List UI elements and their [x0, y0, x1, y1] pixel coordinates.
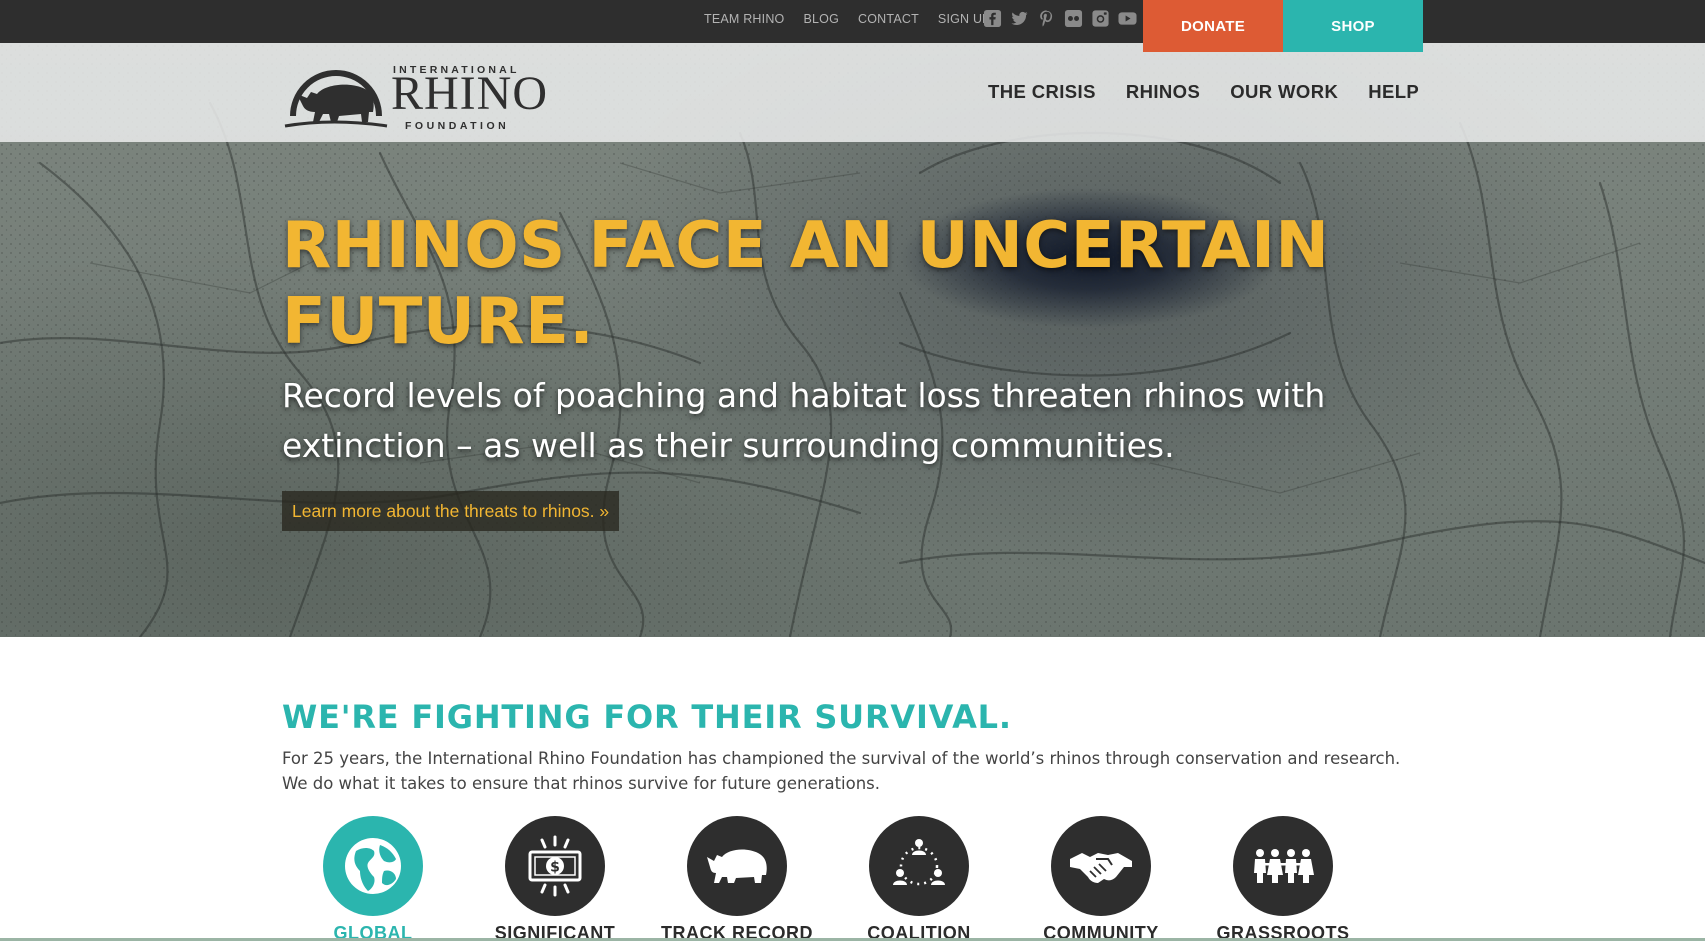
mission-text-line-1: For 25 years, the International Rhino Fo…	[282, 749, 1401, 768]
social-icons	[983, 9, 1137, 28]
site-header: INTERNATIONAL RHINO FOUNDATION THE CRISI…	[0, 43, 1705, 142]
feature-circle	[687, 816, 787, 916]
people-icon	[1254, 849, 1314, 883]
team-rhino-link[interactable]: TEAM RHINO	[704, 12, 784, 26]
mission-text: For 25 years, the International Rhino Fo…	[282, 746, 1442, 796]
nav-our-work[interactable]: OUR WORK	[1230, 81, 1338, 103]
flickr-icon[interactable]	[1064, 9, 1083, 28]
feature-grassroots[interactable]: GRASSROOTS	[1193, 816, 1373, 941]
mission-title: WE'RE FIGHTING FOR THEIR SURVIVAL.	[282, 698, 1012, 736]
twitter-icon[interactable]	[1010, 9, 1029, 28]
shop-button[interactable]: SHOP	[1283, 0, 1423, 52]
instagram-icon[interactable]	[1091, 9, 1110, 28]
feature-circle	[869, 816, 969, 916]
learn-more-threats-link[interactable]: Learn more about the threats to rhinos. …	[282, 491, 620, 531]
nav-help[interactable]: HELP	[1368, 81, 1419, 103]
main-nav: THE CRISIS RHINOS OUR WORK HELP	[988, 81, 1449, 103]
facebook-icon[interactable]	[983, 9, 1002, 28]
hero-banner: INTERNATIONAL RHINO FOUNDATION THE CRISI…	[0, 43, 1705, 637]
site-logo[interactable]: INTERNATIONAL RHINO FOUNDATION	[283, 56, 547, 136]
handshake-icon	[1070, 853, 1132, 883]
feature-circle	[1233, 816, 1333, 916]
feature-coalition[interactable]: COALITION	[829, 816, 1009, 941]
hero-headline: RHINOS FACE AN UNCERTAIN FUTURE.	[282, 209, 1330, 359]
logo-line-rhino: RHINO	[391, 67, 548, 120]
pinterest-icon[interactable]	[1037, 9, 1056, 28]
nav-rhinos[interactable]: RHINOS	[1126, 81, 1200, 103]
mission-text-line-2: We do what it takes to ensure that rhino…	[282, 774, 881, 793]
contact-link[interactable]: CONTACT	[858, 12, 919, 26]
utility-nav: TEAM RHINO BLOG CONTACT SIGN UP	[704, 0, 1010, 38]
nav-the-crisis[interactable]: THE CRISIS	[988, 81, 1096, 103]
logo-line-foundation: FOUNDATION	[405, 120, 510, 132]
feature-circle: $	[505, 816, 605, 916]
donate-button[interactable]: DONATE	[1143, 0, 1283, 52]
utility-bar: TEAM RHINO BLOG CONTACT SIGN UP	[0, 0, 1705, 43]
feature-significant[interactable]: $ SIGNIFICANT	[465, 816, 645, 941]
youtube-icon[interactable]	[1118, 9, 1137, 28]
feature-community[interactable]: COMMUNITY	[1011, 816, 1191, 941]
feature-global[interactable]: GLOBAL	[283, 816, 463, 941]
money-icon: $	[528, 835, 582, 897]
globe-icon	[345, 838, 401, 894]
rhino-icon	[707, 849, 767, 883]
network-icon	[893, 839, 945, 886]
feature-circle	[1051, 816, 1151, 916]
feature-circle	[323, 816, 423, 916]
feature-icons-row: GLOBAL $ SIGNIFICANT TRACK RECORD COALIT…	[0, 816, 1705, 941]
feature-track-record[interactable]: TRACK RECORD	[647, 816, 827, 941]
blog-link[interactable]: BLOG	[803, 12, 839, 26]
rhino-logo-icon	[284, 70, 388, 128]
hero-subhead: Record levels of poaching and habitat lo…	[282, 376, 1326, 465]
svg-text:$: $	[550, 860, 560, 876]
